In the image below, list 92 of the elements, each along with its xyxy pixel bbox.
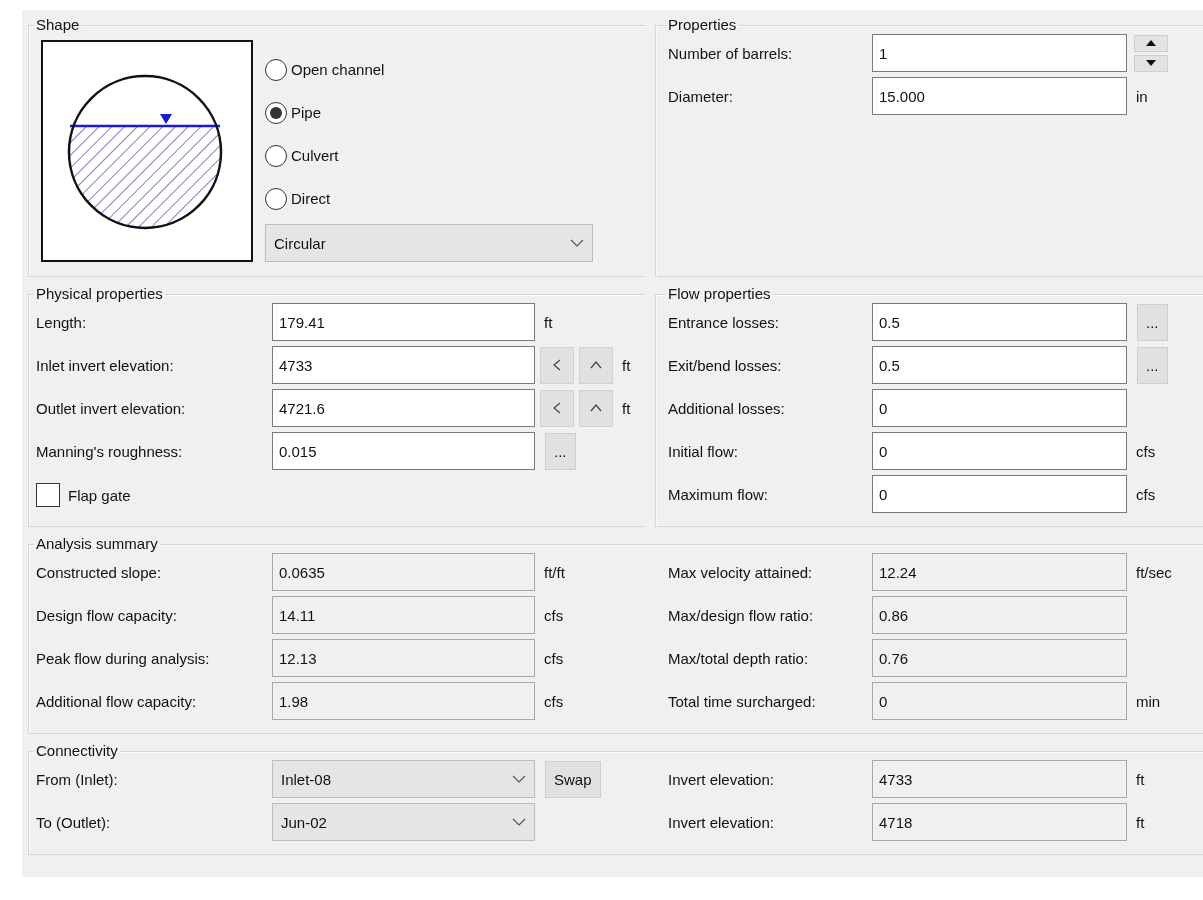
group-title: Connectivity [35,742,119,760]
field-label: Outlet invert elevation: [36,399,187,417]
field-label: Additional losses: [668,399,786,417]
group-title: Properties [667,16,738,34]
group-title: Shape [35,16,81,34]
text-field[interactable]: 0.86 [872,596,1127,634]
radio-button[interactable] [265,101,287,124]
radio-label[interactable]: Pipe [291,104,322,121]
unit-label: ft [1136,770,1145,788]
field-label: Design flow capacity: [36,606,178,624]
up-triangle-icon [1146,40,1156,46]
text-field[interactable]: 4718 [872,803,1127,841]
field-label: Max/total depth ratio: [668,649,810,667]
unit-label: ft [622,399,631,417]
text-field[interactable]: 0.76 [872,639,1127,677]
field-label: From (Inlet): [36,770,119,788]
field-label: Invert elevation: [668,813,775,831]
action-button[interactable]: Swap [545,760,601,798]
field-label: Manning's roughness: [36,442,184,460]
field-label: Entrance losses: [668,313,780,331]
text-field[interactable]: 4721.6 [272,389,535,427]
left-chevron-icon [553,359,561,371]
field-label: Constructed slope: [36,563,163,581]
up-chevron-icon [590,361,602,369]
field-label: Length: [36,313,88,331]
field-label: Initial flow: [668,442,740,460]
field-label: Max/design flow ratio: [668,606,815,624]
field-label: Inlet invert elevation: [36,356,175,374]
down-triangle-icon [1146,60,1156,66]
group-title: Analysis summary [35,535,159,553]
text-field[interactable]: 1 [872,34,1127,72]
text-field[interactable]: 0.0635 [272,553,535,591]
field-label: To (Outlet): [36,813,112,831]
up-chevron-icon [590,404,602,412]
caret-icon [512,818,526,826]
text-field[interactable]: 12.13 [272,639,535,677]
text-field[interactable]: 12.24 [872,553,1127,591]
action-button[interactable]: ... [1137,303,1168,341]
unit-label: ft/ft [544,563,565,581]
spin-up-button[interactable] [1134,34,1168,52]
radio-label[interactable]: Culvert [291,147,339,164]
radio-button[interactable] [265,144,287,167]
radio-button[interactable] [265,58,287,81]
unit-label: cfs [544,649,564,667]
text-field[interactable]: 0.5 [872,346,1127,384]
field-label: Max velocity attained: [668,563,814,581]
caret-icon [570,239,584,247]
spin-down-button[interactable] [1134,54,1168,72]
field-label: Maximum flow: [668,485,769,503]
left-chevron-icon [553,402,561,414]
radio-label[interactable]: Open channel [291,61,385,78]
text-field[interactable]: 14.11 [272,596,535,634]
text-field[interactable]: 0 [872,475,1127,513]
unit-label: in [1136,87,1148,105]
text-field[interactable]: 179.41 [272,303,535,341]
unit-label: ft [544,313,553,331]
unit-label: cfs [1136,442,1156,460]
field-label: Exit/bend losses: [668,356,783,374]
text-field[interactable]: 0 [872,682,1127,720]
text-field[interactable]: 15.000 [872,77,1127,115]
text-field[interactable]: 4733 [272,346,535,384]
unit-label: ft/sec [1136,563,1172,581]
unit-label: ft [1136,813,1145,831]
dropdown[interactable]: Jun-02 [272,803,535,841]
group-title: Physical properties [35,285,164,303]
text-field[interactable]: 0.015 [272,432,535,470]
unit-label: cfs [544,692,564,710]
radio-label[interactable]: Direct [291,190,331,207]
action-button[interactable]: ... [1137,346,1168,384]
caret-icon [512,775,526,783]
checkbox[interactable] [36,483,60,507]
unit-label: ft [622,356,631,374]
text-field[interactable]: 0 [872,389,1127,427]
field-label: Additional flow capacity: [36,692,198,710]
unit-label: min [1136,692,1161,710]
field-label: Number of barrels: [668,44,794,62]
radio-button[interactable] [265,187,287,210]
field-label: Peak flow during analysis: [36,649,211,667]
text-field[interactable]: 0 [872,432,1127,470]
field-label: Diameter: [668,87,735,105]
text-field[interactable]: 0.5 [872,303,1127,341]
group-title: Flow properties [667,285,772,303]
unit-label: cfs [1136,485,1156,503]
shape-dropdown[interactable]: Circular [265,224,593,262]
action-button[interactable]: ... [545,432,576,470]
unit-label: cfs [544,606,564,624]
text-field[interactable]: 4733 [872,760,1127,798]
field-label: Total time surcharged: [668,692,817,710]
text-field[interactable]: 1.98 [272,682,535,720]
field-label: Invert elevation: [668,770,775,788]
checkbox-label[interactable]: Flap gate [68,486,131,504]
dropdown[interactable]: Inlet-08 [272,760,535,798]
